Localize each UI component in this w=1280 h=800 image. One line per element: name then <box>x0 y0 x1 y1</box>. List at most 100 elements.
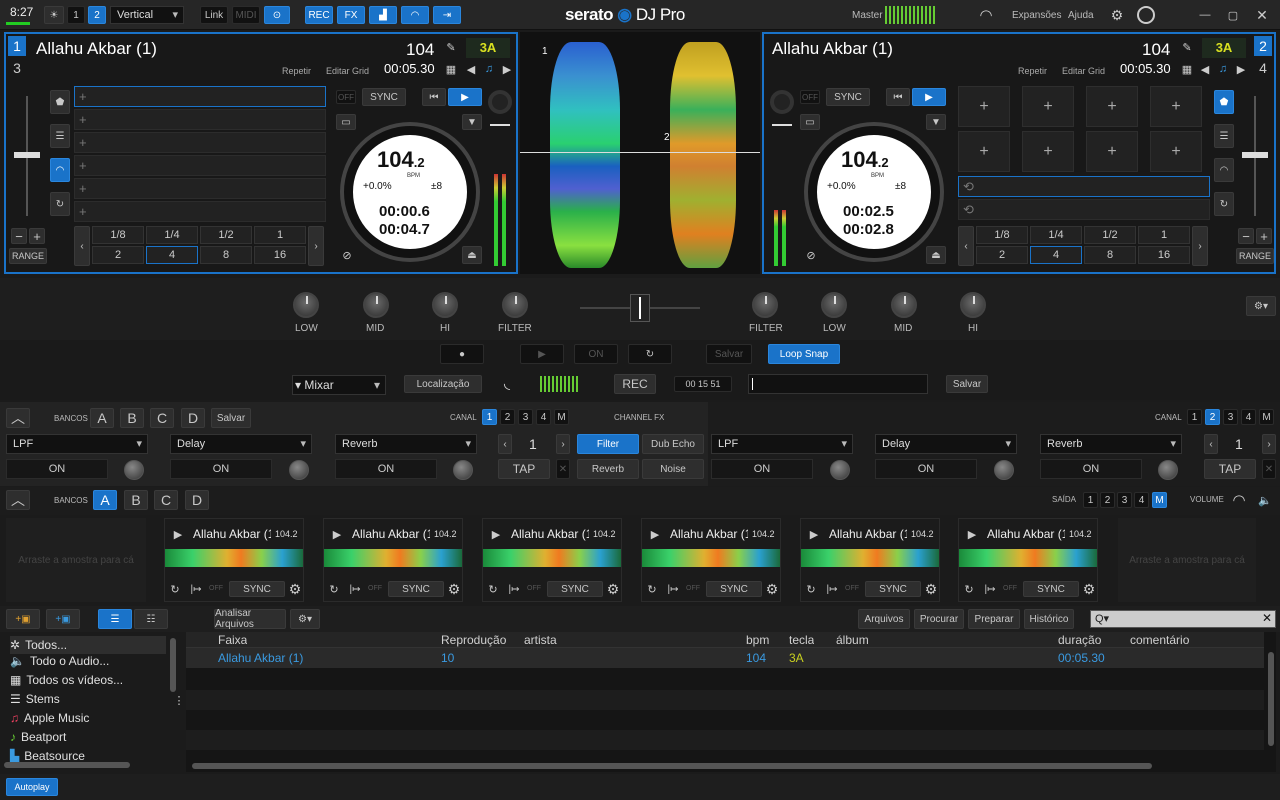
fx-right-close-icon[interactable]: ✕ <box>1262 459 1276 479</box>
music-note-icon[interactable]: ♫ <box>1214 60 1232 78</box>
sample-pad-5[interactable]: + <box>958 131 1010 172</box>
cfx-filter[interactable]: Filter <box>577 434 639 454</box>
sidebar-resize-handle[interactable]: ⋮ <box>174 690 185 710</box>
crossfader-handle[interactable] <box>630 294 650 322</box>
fx-bank-b[interactable]: B <box>120 408 144 428</box>
repeat-label[interactable]: Repetir <box>1018 66 1047 76</box>
slot-sync[interactable]: SYNC <box>388 581 444 597</box>
fx-left-tap[interactable]: TAP <box>498 459 550 479</box>
fx-left-beats-prev[interactable]: ‹ <box>498 434 512 454</box>
screen-icon[interactable]: ⊙ <box>264 6 290 24</box>
col-key[interactable]: tecla <box>789 633 814 647</box>
sampler-icon[interactable]: ▟ <box>369 6 397 24</box>
loop-prev-icon[interactable]: ‹ <box>74 226 90 266</box>
loop-next-icon[interactable]: › <box>1192 226 1208 266</box>
grid-icon[interactable]: ▦ <box>442 60 460 78</box>
table-vscroll[interactable] <box>1268 652 1274 746</box>
play-icon[interactable]: ▶ <box>330 527 344 541</box>
fx-left-channel-m[interactable]: M <box>554 409 569 425</box>
sample-pad-8[interactable]: + <box>1150 131 1202 172</box>
library-settings-icon[interactable]: ⚙▾ <box>290 609 320 629</box>
loop-prev-icon[interactable]: ‹ <box>958 226 974 266</box>
eq-low-right-knob[interactable] <box>821 292 847 318</box>
sample-pad-1[interactable]: + <box>958 86 1010 127</box>
sampler-bank-d[interactable]: D <box>185 490 209 510</box>
arrow-right-icon[interactable]: ▶ <box>1234 60 1248 78</box>
fx-left-beats-next[interactable]: › <box>556 434 570 454</box>
sampler-slot-6[interactable]: ▶ Allahu Akbar (1 104.2 ↻ |↦ OFF SYNC ⚙ <box>958 518 1098 602</box>
loop-icon[interactable]: ↻ <box>644 581 660 597</box>
flip-icon[interactable]: ⇥ <box>433 6 461 24</box>
headphones-panel-icon[interactable]: ◠ <box>401 6 429 24</box>
tab-browse[interactable]: Procurar <box>914 609 964 629</box>
rec-filename-input[interactable] <box>748 374 928 394</box>
sampler-slot-1[interactable]: ▶ Allahu Akbar (1 104.2 ↻ |↦ OFF SYNC ⚙ <box>164 518 304 602</box>
play-button[interactable]: ▶ <box>448 88 482 106</box>
sampler-slot-4[interactable]: ▶ Allahu Akbar (1 104.2 ↻ |↦ OFF SYNC ⚙ <box>641 518 781 602</box>
pitch-plus-button[interactable]: + <box>29 228 45 244</box>
maximize-icon[interactable]: ▢ <box>1224 6 1242 24</box>
loop-1[interactable]: 1 <box>1138 226 1190 244</box>
fx-left-slot-3-select[interactable]: Reverb <box>335 434 477 454</box>
sampler-output-2[interactable]: 2 <box>1100 492 1115 508</box>
cfx-dub-echo[interactable]: Dub Echo <box>642 434 704 454</box>
fx-right-beats-prev[interactable]: ‹ <box>1204 434 1218 454</box>
fx-panel-button[interactable]: FX <box>337 6 365 24</box>
analyze-files-button[interactable]: Analisar Arquivos <box>214 608 286 630</box>
sidebar-item-stems[interactable]: ☰ Stems <box>10 692 60 706</box>
fx-right-channel-1[interactable]: 1 <box>1187 409 1202 425</box>
layout-select[interactable]: Vertical <box>110 6 184 24</box>
deck-number-1[interactable]: 1 <box>8 36 26 56</box>
fx-collapse-icon[interactable]: ︿ <box>6 408 30 428</box>
mixer-settings-icon[interactable]: ⚙▾ <box>1246 296 1276 316</box>
eject-icon[interactable]: ⏏ <box>926 246 946 264</box>
play-icon[interactable]: ▶ <box>648 527 662 541</box>
fx-right-channel-2[interactable]: 2 <box>1205 409 1220 425</box>
play-icon[interactable]: ▶ <box>489 527 503 541</box>
fx-save-button[interactable]: Salvar <box>211 408 251 428</box>
sidebar-item-all[interactable]: ✲ Todos... <box>10 636 166 654</box>
loop-16[interactable]: 16 <box>1138 246 1190 264</box>
fx-right-slot-3-on[interactable]: ON <box>1040 459 1142 479</box>
loop-1-2[interactable]: 1/2 <box>1084 226 1136 244</box>
loop-8[interactable]: 8 <box>200 246 252 264</box>
loop-2[interactable]: 2 <box>976 246 1028 264</box>
fx-right-slot-1-select[interactable]: LPF <box>711 434 853 454</box>
sampler-collapse-icon[interactable]: ︿ <box>6 490 30 510</box>
col-album[interactable]: álbum <box>836 633 869 647</box>
table-row[interactable]: Allahu Akbar (1) 10 104 3A 00:05.30 <box>186 648 1264 668</box>
play-icon[interactable]: ▶ <box>171 527 185 541</box>
fx-left-close-icon[interactable]: ✕ <box>556 459 570 479</box>
loop-4[interactable]: 4 <box>1030 246 1082 264</box>
mix-select[interactable]: ▾ Mixar <box>292 375 386 395</box>
close-icon[interactable]: ✕ <box>1253 6 1271 24</box>
sample-pad-2[interactable]: + <box>1022 86 1074 127</box>
play-icon[interactable]: ▶ <box>965 527 979 541</box>
saved-loop-1[interactable]: ⟲ <box>958 176 1210 197</box>
sidebar-item-beatsource[interactable]: ▙ Beatsource <box>10 749 85 763</box>
loop-mode-icon[interactable]: ↻ <box>1214 192 1234 216</box>
sidebar-item-apple-music[interactable]: ♫ Apple Music <box>10 711 89 725</box>
sampler-slot-5[interactable]: ▶ Allahu Akbar (1 104.2 ↻ |↦ OFF SYNC ⚙ <box>800 518 940 602</box>
slot-sync[interactable]: SYNC <box>706 581 762 597</box>
waveform-overview[interactable]: 1 2 <box>520 32 760 274</box>
loop-8[interactable]: 8 <box>1084 246 1136 264</box>
sample-pad-6[interactable]: + <box>1022 131 1074 172</box>
sampler-bank-b[interactable]: B <box>124 490 148 510</box>
on-button[interactable]: ON <box>574 344 618 364</box>
trigger-icon[interactable]: |↦ <box>187 581 205 597</box>
rec-panel-button[interactable]: REC <box>305 6 333 24</box>
fx-left-channel-2[interactable]: 2 <box>500 409 515 425</box>
fx-right-beats-next[interactable]: › <box>1262 434 1276 454</box>
slot-gear-icon[interactable]: ⚙ <box>446 581 462 597</box>
sampler-bank-c[interactable]: C <box>154 490 178 510</box>
fx-left-slot-1-on[interactable]: ON <box>6 459 108 479</box>
sampler-output-4[interactable]: 4 <box>1134 492 1149 508</box>
cue-mode-icon[interactable]: ⬟ <box>50 90 70 114</box>
fx-bank-a[interactable]: A <box>90 408 114 428</box>
fx-left-slot-1-knob[interactable] <box>124 460 144 480</box>
col-artist[interactable]: artista <box>524 633 557 647</box>
loop-1-8[interactable]: 1/8 <box>976 226 1028 244</box>
eject-icon[interactable]: ⏏ <box>462 246 482 264</box>
sampler-bank-a[interactable]: A <box>93 490 117 510</box>
